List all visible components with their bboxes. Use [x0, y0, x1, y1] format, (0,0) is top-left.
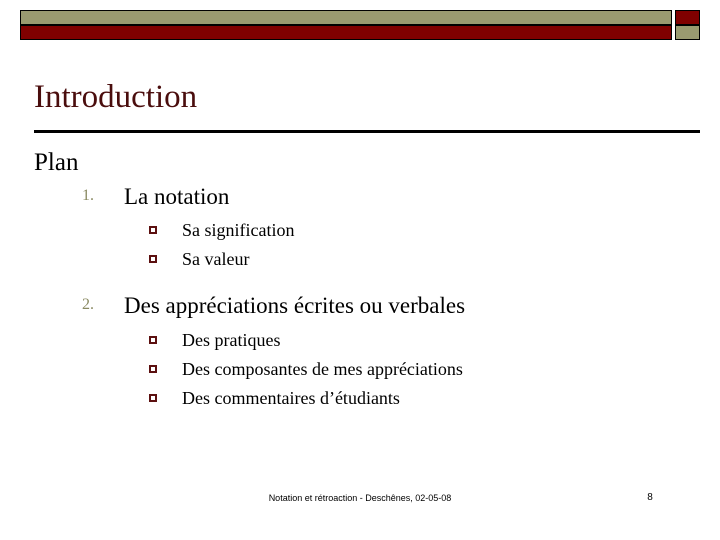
slide-body: Plan 1. La notation Sa signification Sa …: [34, 148, 706, 416]
header-decoration-top-row: [20, 10, 700, 25]
outline-subitem-1-1: Sa signification: [34, 219, 706, 243]
outline-subitem-2-1: Des pratiques: [34, 329, 706, 353]
title-underline-rule: [34, 130, 700, 133]
square-bullet-icon: [149, 365, 157, 374]
slide-title: Introduction: [34, 79, 198, 115]
square-bullet-icon: [149, 226, 157, 235]
square-bullet-icon: [149, 336, 157, 345]
outline-item-1: 1. La notation: [34, 182, 706, 212]
outline-subitem-2-2: Des composantes de mes appréciations: [34, 358, 706, 382]
ordered-marker-icon: 2.: [82, 296, 94, 314]
ordered-marker-icon: 1.: [82, 186, 94, 204]
header-decoration-bottom-row: [20, 25, 700, 40]
square-bullet-icon: [149, 394, 157, 403]
olive-bar: [20, 10, 672, 25]
footer-text: Notation et rétroaction - Deschênes, 02-…: [268, 493, 452, 503]
header-decoration: [20, 10, 700, 40]
outline-subitem-1-2-label: Sa valeur: [182, 249, 250, 270]
square-bullet-icon: [149, 255, 157, 264]
body-heading: Plan: [34, 149, 79, 176]
outline-item-2-label: Des appréciations écrites ou verbales: [124, 293, 466, 319]
olive-square: [675, 25, 700, 40]
slide-canvas: Introduction Plan 1. La notation Sa sign…: [0, 0, 720, 540]
page-number: 8: [647, 492, 653, 503]
outline-item-2: 2. Des appréciations écrites ou verbales: [34, 291, 706, 321]
outline-subitem-2-3-label: Des commentaires d’étudiants: [182, 388, 400, 409]
outline-subitem-1-1-label: Sa signification: [182, 220, 295, 241]
red-square: [675, 10, 700, 25]
outline-item-1-label: La notation: [124, 183, 230, 209]
outline-subitem-2-3: Des commentaires d’étudiants: [34, 387, 706, 411]
outline-subitem-2-2-label: Des composantes de mes appréciations: [182, 359, 463, 380]
outline-subitem-1-2: Sa valeur: [34, 248, 706, 272]
red-bar: [20, 25, 672, 40]
outline-subitem-2-1-label: Des pratiques: [182, 330, 281, 351]
